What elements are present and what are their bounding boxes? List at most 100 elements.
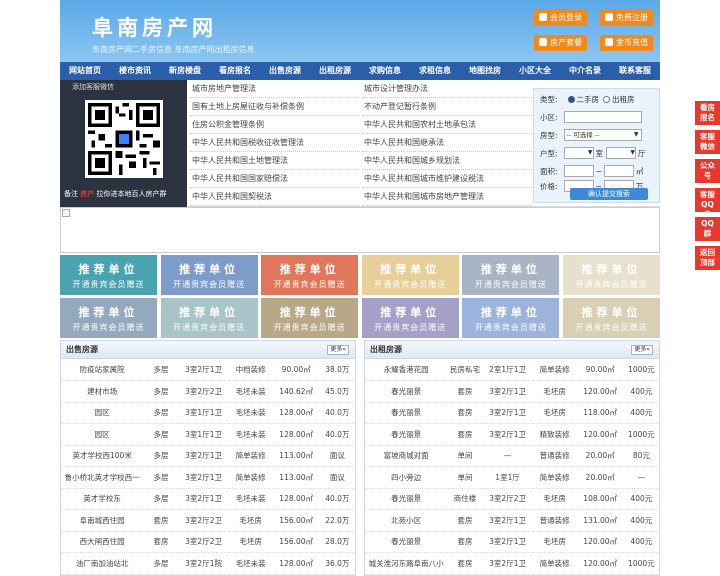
table-row[interactable]: 鲁小桥北英才学校西一 多层 3室2厅1卫 简单装修 113.00㎡ 面议 — [61, 466, 355, 489]
table-row[interactable]: 春光丽景 套房 3室2厅1卫 毛坯房 120.00㎡ 400元 — [365, 531, 659, 553]
recommended-unit-tile[interactable]: 推荐单位 开通贵宾会员赠送 — [160, 298, 258, 338]
member-login-button[interactable]: 会员登录 — [534, 10, 587, 26]
law-link[interactable]: 中华人民共和国城市房地产管理法 — [362, 188, 532, 206]
sidebar-qq[interactable]: 客服QQ号 — [695, 188, 720, 219]
listing-name[interactable]: 英才学校东 — [61, 488, 144, 510]
law-link[interactable]: 中华人民共和国税收征收管理法 — [190, 134, 360, 152]
table-row[interactable]: 油厂南加油站北 多层 3室2厅1院 毛坯未装 128.00㎡ 36.0万 — [61, 552, 355, 575]
recommended-unit-tile[interactable]: 推荐单位 开通贵宾会员赠送 — [462, 298, 560, 338]
listing-name[interactable]: 北苑小区 — [365, 509, 448, 532]
law-link[interactable]: 中华人民共和国城市维护建设税法 — [362, 170, 532, 188]
hall-select[interactable]: ▼ — [606, 147, 637, 159]
area-min-input[interactable] — [563, 165, 594, 177]
recommended-unit-tile[interactable]: 推荐单位 开通贵宾会员赠送 — [261, 298, 359, 338]
nav-wanted-rent[interactable]: 求租信息 — [410, 62, 460, 80]
housetype-select[interactable]: -- 可选择 -- ▼ — [563, 129, 642, 141]
table-row[interactable]: 春光丽景 商住楼 3室2厅2卫 毛坯房 108.00㎡ 400元 — [365, 488, 659, 510]
nav-for-sale[interactable]: 出售房源 — [260, 62, 310, 80]
listing-name[interactable]: 防疫站家属院 — [61, 359, 144, 381]
nav-wanted-buy[interactable]: 求购信息 — [360, 62, 410, 80]
law-link[interactable]: 国有土地上房屋征收与补偿条例 — [190, 98, 360, 116]
table-row[interactable]: 园区 多层 3室1厅1卫 毛坯未装 128.00㎡ 40.0万 — [61, 423, 355, 446]
room-select[interactable]: ▼ — [563, 147, 594, 159]
law-link[interactable]: 中华人民共和国继承法 — [362, 134, 532, 152]
recommended-unit-tile[interactable]: 推荐单位 开通贵宾会员赠送 — [261, 255, 359, 295]
nav-news[interactable]: 楼市资讯 — [110, 62, 160, 80]
recommended-unit-tile[interactable]: 推荐单位 开通贵宾会员赠送 — [563, 298, 660, 338]
listing-name[interactable]: 春光丽景 — [365, 488, 448, 510]
nav-communities[interactable]: 小区大全 — [510, 62, 560, 80]
listing-name[interactable]: 建材市场 — [61, 380, 144, 403]
table-row[interactable]: 四小旁边 单间 1室1厅 简单装修 20.00㎡ — — [365, 466, 659, 489]
community-input[interactable] — [563, 111, 642, 123]
table-row[interactable]: 春光丽景 套房 3室2厅1卫 毛坯房 118.00㎡ 400元 — [365, 402, 659, 424]
coin-recharge-button[interactable]: 金币充值 — [600, 35, 653, 51]
table-row[interactable]: 园区 多层 3室1厅1卫 毛坯未装 128.00㎡ 40.0万 — [61, 402, 355, 424]
nav-for-rent[interactable]: 出租房源 — [310, 62, 360, 80]
listing-name[interactable]: 园区 — [61, 402, 144, 424]
sidebar-official-account[interactable]: 公众号 — [695, 159, 720, 183]
law-link[interactable]: 中华人民共和国国家赔偿法 — [190, 170, 360, 188]
nav-contact[interactable]: 联系客服 — [610, 62, 660, 80]
search-submit-button[interactable]: 确认提交搜索 — [570, 188, 648, 200]
listing-name[interactable]: 园区 — [61, 423, 144, 446]
law-link[interactable]: 不动产登记暂行条例 — [362, 98, 532, 116]
listing-name[interactable]: 永耀香港花园 — [365, 359, 448, 381]
law-link[interactable]: 中华人民共和国城乡规划法 — [362, 152, 532, 170]
nav-agents[interactable]: 中介名录 — [560, 62, 610, 80]
listing-name[interactable]: 油厂南加油站北 — [61, 552, 144, 575]
radio-used-house[interactable] — [567, 96, 575, 103]
sale-more-link[interactable]: 更多» — [327, 345, 349, 355]
sidebar-wechat[interactable]: 客服微信 — [695, 130, 720, 154]
table-row[interactable]: 城关淮河东路阜南八小 套房 3室2厅1卫 简单装修 120.00㎡ 1000元 — [365, 552, 659, 575]
law-link[interactable]: 城市设计管理办法 — [362, 80, 532, 98]
table-row[interactable]: 阜南城西住园 套房 3室2厅2卫 毛坯房 156.00㎡ 22.0万 — [61, 509, 355, 532]
rent-more-link[interactable]: 更多» — [631, 345, 653, 355]
listing-name[interactable]: 春光丽景 — [365, 531, 448, 553]
table-row[interactable]: 西大闸西住园 套房 3室2厅2卫 毛坯房 156.00㎡ 28.0万 — [61, 531, 355, 553]
nav-home[interactable]: 网站首页 — [60, 62, 110, 80]
free-register-button[interactable]: 免费注册 — [600, 10, 653, 26]
table-row[interactable]: 英才学校西100米 多层 3室2厅1卫 简单装修 113.00㎡ 面议 — [61, 445, 355, 467]
law-link[interactable]: 中华人民共和国农村土地承包法 — [362, 116, 532, 134]
listing-name[interactable]: 城关淮河东路阜南八小 — [365, 552, 448, 575]
recommended-unit-tile[interactable]: 推荐单位 开通贵宾会员赠送 — [361, 298, 459, 338]
listing-name[interactable]: 春光丽景 — [365, 380, 448, 403]
table-row[interactable]: 永耀香港花园 民房私宅 2室1厅1卫 简单装修 90.00㎡ 1000元 — [365, 359, 659, 381]
table-row[interactable]: 防疫站家属院 多层 3室2厅1卫 中档装修 90.00㎡ 38.0万 — [61, 359, 355, 381]
sidebar-back-to-top[interactable]: 返回顶部 — [695, 246, 720, 270]
table-row[interactable]: 建材市场 多层 3室2厅2卫 毛坯未装 140.62㎡ 45.0万 — [61, 380, 355, 403]
listing-name[interactable]: 春光丽景 — [365, 423, 448, 446]
listing-name[interactable]: 春光丽景 — [365, 402, 448, 424]
sidebar-viewing-signup[interactable]: 看房报名 — [695, 101, 720, 125]
nav-viewing-signup[interactable]: 看房报名 — [210, 62, 260, 80]
site-logo[interactable]: 阜南房产网 — [92, 12, 217, 42]
table-row[interactable]: 春光丽景 套房 3室2厅1卫 毛坯房 120.00㎡ 400元 — [365, 380, 659, 403]
recommended-unit-tile[interactable]: 推荐单位 开通贵宾会员赠送 — [60, 255, 157, 295]
table-row[interactable]: 富坡商城对面 单间 — 普通装修 20.00㎡ 80元 — [365, 445, 659, 467]
law-link[interactable]: 住房公积金管理条例 — [190, 116, 360, 134]
table-row[interactable]: 北苑小区 套房 3室2厅1卫 普通装修 131.00㎡ 400元 — [365, 509, 659, 532]
listing-name[interactable]: 英才学校西100米 — [61, 445, 144, 467]
house-package-button[interactable]: 房产套餐 — [534, 35, 587, 51]
listing-name[interactable]: 阜南城西住园 — [61, 509, 144, 532]
law-link[interactable]: 中华人民共和国契税法 — [190, 188, 360, 206]
listing-name[interactable]: 鲁小桥北英才学校西一 — [61, 466, 144, 489]
table-row[interactable]: 英才学校东 多层 3室2厅1卫 毛坯未装 128.00㎡ 40.0万 — [61, 488, 355, 510]
listing-name[interactable]: 四小旁边 — [365, 466, 448, 489]
nav-new-homes[interactable]: 新房楼盘 — [160, 62, 210, 80]
recommended-unit-tile[interactable]: 推荐单位 开通贵宾会员赠送 — [563, 255, 660, 295]
recommended-unit-tile[interactable]: 推荐单位 开通贵宾会员赠送 — [160, 255, 258, 295]
area-max-input[interactable] — [603, 165, 634, 177]
nav-map-search[interactable]: 地图找房 — [460, 62, 510, 80]
law-link[interactable]: 城市房地产管理法 — [190, 80, 360, 98]
listing-name[interactable]: 富坡商城对面 — [365, 445, 448, 467]
recommended-unit-tile[interactable]: 推荐单位 开通贵宾会员赠送 — [361, 255, 459, 295]
law-link[interactable]: 中华人民共和国土地管理法 — [190, 152, 360, 170]
listing-name[interactable]: 西大闸西住园 — [61, 531, 144, 553]
sidebar-qq-group[interactable]: QQ群 — [695, 217, 720, 241]
recommended-unit-tile[interactable]: 推荐单位 开通贵宾会员赠送 — [60, 298, 157, 338]
table-row[interactable]: 春光丽景 套房 3室2厅1卫 精致装修 120.00㎡ 1000元 — [365, 423, 659, 446]
recommended-unit-tile[interactable]: 推荐单位 开通贵宾会员赠送 — [462, 255, 560, 295]
radio-rental[interactable] — [603, 96, 611, 103]
